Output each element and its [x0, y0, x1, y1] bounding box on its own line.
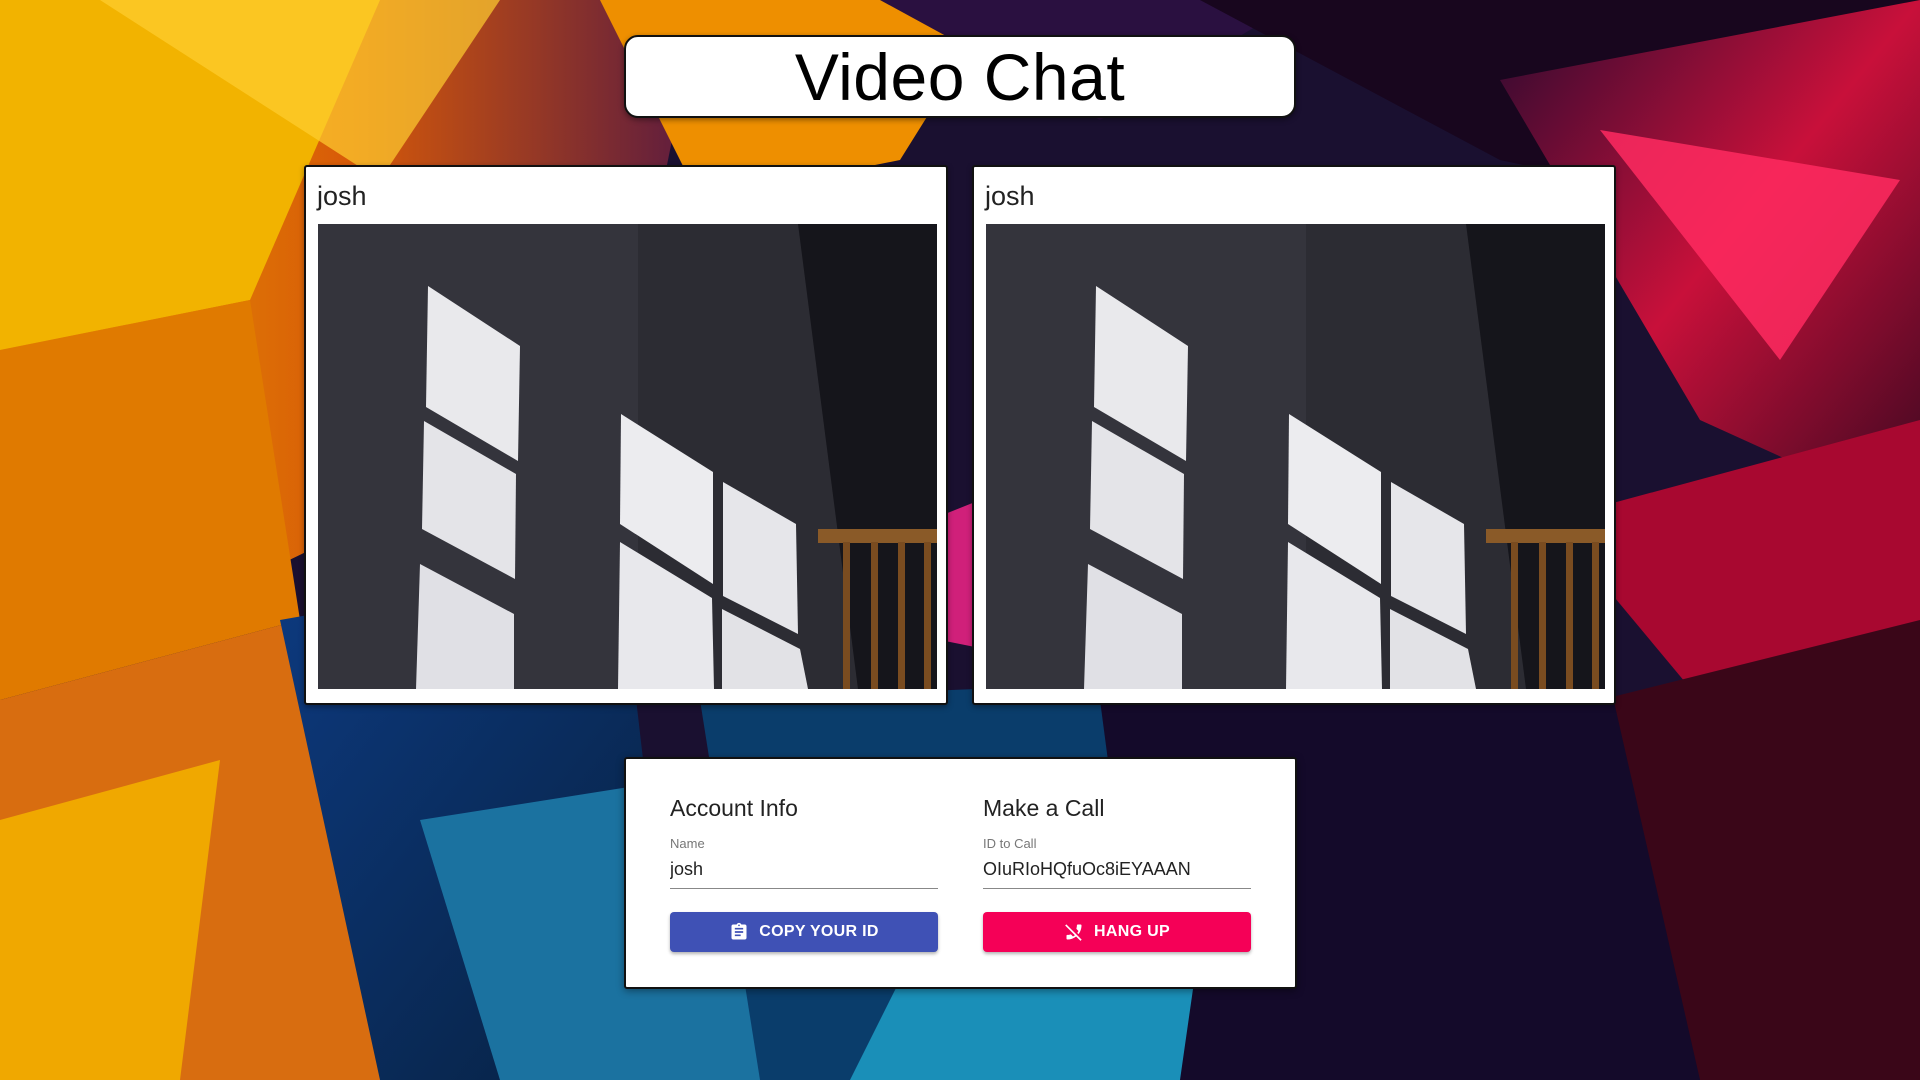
title-banner: Video Chat [624, 35, 1296, 118]
hang-up-button[interactable]: HANG UP [983, 912, 1251, 952]
app-title: Video Chat [794, 39, 1126, 114]
account-info-heading: Account Info [670, 795, 798, 821]
copy-id-button[interactable]: COPY YOUR ID [670, 912, 938, 952]
clipboard-icon [729, 922, 749, 942]
id-to-call-label: ID to Call [983, 836, 1037, 851]
name-label: Name [670, 836, 705, 851]
name-input[interactable] [670, 857, 938, 889]
remote-video-card: josh [972, 165, 1616, 705]
copy-id-label: COPY YOUR ID [759, 923, 879, 940]
remote-video [986, 224, 1605, 689]
local-video-card: josh [304, 165, 948, 705]
local-video [318, 224, 937, 689]
make-call-heading: Make a Call [983, 795, 1105, 821]
controls-panel: Account Info Name COPY YOUR ID Make a Ca… [624, 757, 1297, 989]
hang-up-label: HANG UP [1094, 923, 1170, 940]
phone-disabled-icon [1064, 922, 1084, 942]
id-to-call-input[interactable] [983, 857, 1251, 889]
video-username: josh [985, 181, 1035, 211]
make-call-section: Make a Call ID to Call HANG UP [983, 795, 1251, 952]
video-username: josh [317, 181, 367, 211]
account-info-section: Account Info Name COPY YOUR ID [670, 795, 938, 952]
